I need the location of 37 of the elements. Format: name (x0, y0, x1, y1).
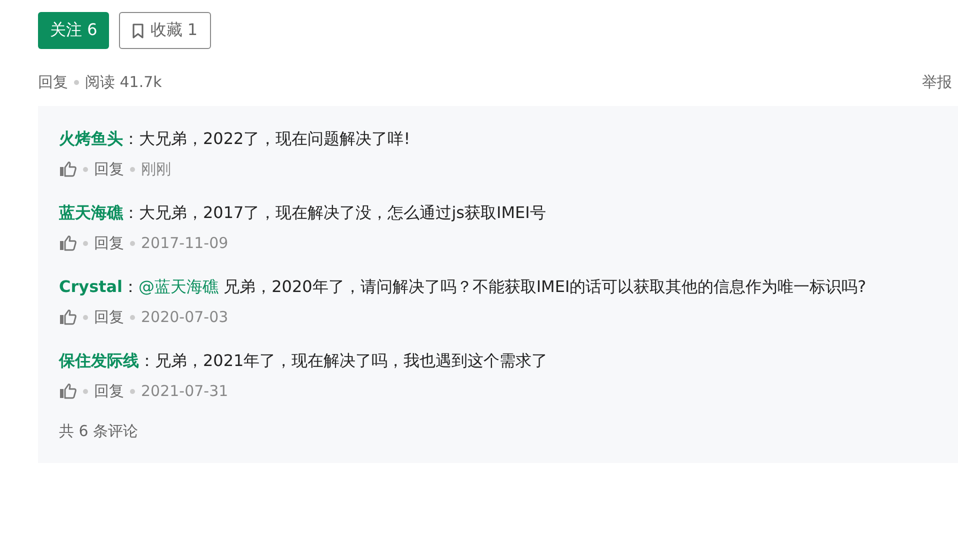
comment-text: 蓝天海礁：大兄弟，2017了，现在解决了没，怎么通过js获取IMEI号 (59, 202, 547, 224)
thumbs-up-icon[interactable] (59, 161, 77, 177)
separator-dot (83, 166, 88, 172)
reply-link[interactable]: 回复 (94, 382, 124, 400)
separator-dot (83, 240, 88, 246)
separator-dot (130, 314, 135, 320)
thumbs-up-icon[interactable] (59, 235, 77, 251)
follow-button[interactable]: 关注 6 (38, 12, 110, 49)
report-link[interactable]: 举报 (922, 72, 952, 92)
bookmark-icon (132, 22, 144, 38)
collect-button[interactable]: 收藏 1 (119, 12, 211, 49)
author-link[interactable]: 保住发际线 (59, 351, 139, 370)
separator-dot (130, 388, 135, 394)
reply-link[interactable]: 回复 (38, 72, 68, 92)
reply-link[interactable]: 回复 (94, 234, 124, 252)
separator-dot (130, 240, 135, 246)
separator-dot (83, 314, 88, 320)
author-link[interactable]: Crystal (59, 277, 123, 296)
mention-link[interactable]: @蓝天海礁 (138, 277, 219, 296)
separator-dot (83, 388, 88, 394)
comment-time: 2017-11-09 (141, 234, 228, 252)
author-link[interactable]: 蓝天海礁 (59, 203, 123, 222)
comment-time: 2021-07-31 (141, 382, 228, 400)
comment-text: Crystal：@蓝天海礁 兄弟，2020年了，请问解决了吗？不能获取IMEI的话可以获取其他的信息作为唯一标识吗? (59, 276, 868, 298)
comment-count: 共 6 条评论 (59, 422, 140, 441)
author-link[interactable]: 火烤鱼头 (59, 129, 123, 148)
separator-dot (74, 80, 79, 84)
thumbs-up-icon[interactable] (59, 309, 77, 325)
separator-dot (130, 166, 135, 172)
comment-text: 火烤鱼头：大兄弟，2022了，现在问题解决了咩! (59, 128, 412, 150)
reply-link[interactable]: 回复 (94, 160, 124, 178)
comment-time: 刚刚 (141, 160, 171, 178)
comment-text: 保住发际线：兄弟，2021年了，现在解决了吗，我也遇到这个需求了 (59, 350, 549, 372)
reply-link[interactable]: 回复 (94, 308, 124, 326)
comment-time: 2020-07-03 (141, 308, 228, 326)
thumbs-up-icon[interactable] (59, 383, 77, 399)
read-count: 阅读 41.7k (85, 72, 162, 92)
